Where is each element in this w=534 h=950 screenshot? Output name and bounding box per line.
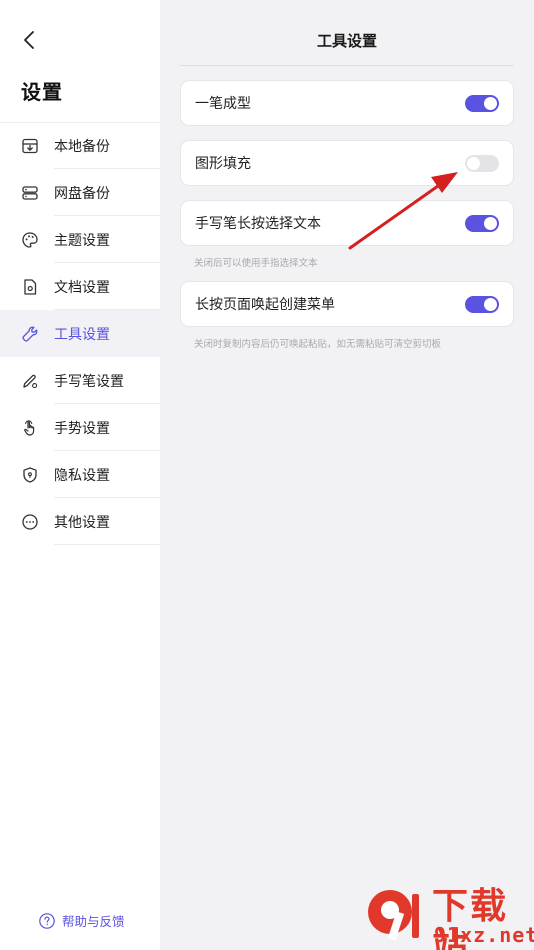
settings-nav: 本地备份 网盘备份 主题设置 文档设置 工具设置 手写笔设置 手势设置 隐私设置…: [0, 122, 160, 545]
back-button[interactable]: [18, 28, 42, 52]
sidebar-item-cloud-backup[interactable]: 网盘备份: [0, 169, 160, 216]
setting-row-long-press-menu: 长按页面唤起创建菜单: [180, 281, 514, 327]
sidebar-item-theme[interactable]: 主题设置: [0, 216, 160, 263]
sidebar-item-label: 主题设置: [54, 231, 110, 248]
sidebar-item-tools[interactable]: 工具设置: [0, 310, 160, 357]
sidebar-item-label: 手势设置: [54, 419, 110, 436]
shape-fill-toggle[interactable]: [465, 154, 499, 172]
setting-label: 图形填充: [195, 155, 251, 171]
document-settings-icon: [21, 278, 39, 296]
wrench-icon: [21, 325, 39, 343]
setting-hint: 关闭后可以使用手指选择文本: [194, 258, 318, 269]
hand-gesture-icon: [21, 419, 39, 437]
sidebar-item-label: 文档设置: [54, 278, 110, 295]
help-icon: [38, 912, 56, 930]
more-icon: [21, 513, 39, 531]
sidebar-item-label: 其他设置: [54, 513, 110, 530]
sidebar-item-label: 手写笔设置: [54, 372, 124, 389]
one-stroke-toggle[interactable]: [465, 94, 499, 112]
setting-label: 长按页面唤起创建菜单: [195, 296, 335, 312]
help-feedback-link[interactable]: 帮助与反馈: [38, 911, 125, 930]
sidebar-item-label: 工具设置: [54, 325, 110, 342]
sidebar-item-label: 隐私设置: [54, 466, 110, 483]
sidebar-item-local-backup[interactable]: 本地备份: [0, 122, 160, 169]
watermark-domain: 91xz.net: [434, 923, 534, 947]
watermark: 下载站 91xz.net: [362, 884, 534, 950]
shield-lock-icon: [21, 466, 39, 484]
watermark-logo-icon: [368, 890, 419, 941]
setting-label: 一笔成型: [195, 95, 251, 111]
sidebar: 设置 本地备份 网盘备份 主题设置 文档设置 工具设置 手写笔设置 手势设置 隐…: [0, 0, 160, 950]
long-press-menu-toggle[interactable]: [465, 295, 499, 313]
palette-icon: [21, 231, 39, 249]
sidebar-item-other[interactable]: 其他设置: [0, 498, 160, 545]
title-divider: [180, 65, 514, 66]
setting-label: 手写笔长按选择文本: [195, 215, 321, 231]
stylus-long-press-toggle[interactable]: [465, 214, 499, 232]
setting-row-stylus-long-press: 手写笔长按选择文本: [180, 200, 514, 246]
setting-row-shape-fill: 图形填充: [180, 140, 514, 186]
chevron-left-icon: [24, 31, 34, 49]
sidebar-item-stylus[interactable]: 手写笔设置: [0, 357, 160, 404]
sidebar-item-label: 网盘备份: [54, 184, 110, 201]
setting-row-one-stroke: 一笔成型: [180, 80, 514, 126]
sidebar-item-label: 本地备份: [54, 137, 110, 154]
setting-hint: 关闭时复制内容后仍可唤起粘贴，如无需粘贴可清空剪切板: [194, 339, 442, 350]
page-title: 工具设置: [316, 33, 377, 50]
sidebar-item-privacy[interactable]: 隐私设置: [0, 451, 160, 498]
local-backup-icon: [21, 137, 39, 155]
help-feedback-label: 帮助与反馈: [62, 915, 125, 929]
pen-gear-icon: [21, 372, 39, 390]
sidebar-title: 设置: [21, 82, 63, 104]
cloud-drive-icon: [21, 184, 39, 202]
sidebar-item-document[interactable]: 文档设置: [0, 263, 160, 310]
sidebar-item-gesture[interactable]: 手势设置: [0, 404, 160, 451]
